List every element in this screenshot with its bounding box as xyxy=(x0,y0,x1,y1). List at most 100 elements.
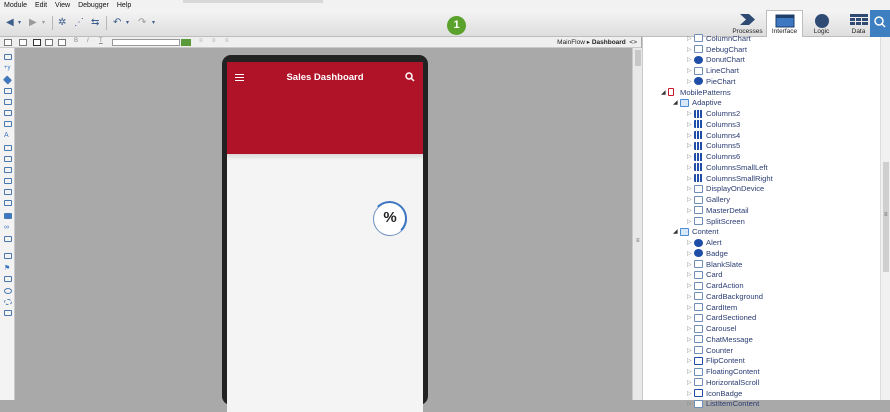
collapsed-arrow-icon[interactable]: ▷ xyxy=(687,400,694,407)
tree-resize-grip-icon[interactable]: ≡ xyxy=(884,212,888,218)
code-toggle-button[interactable]: <> xyxy=(629,39,637,46)
redo-dropdown-icon[interactable]: ▾ xyxy=(152,17,155,29)
container-widget-icon[interactable] xyxy=(4,54,12,60)
collapsed-arrow-icon[interactable]: ▷ xyxy=(687,121,694,128)
collapsed-arrow-icon[interactable]: ▷ xyxy=(687,271,694,278)
underline-icon[interactable]: T xyxy=(99,38,103,44)
checkbox-widget-icon[interactable] xyxy=(4,189,12,195)
tree-item[interactable]: ▷ ColumnsSmallRight xyxy=(687,173,773,184)
placeholder-widget-icon[interactable] xyxy=(4,299,12,305)
align-center-icon[interactable]: ≡ xyxy=(212,38,216,44)
bold-icon[interactable]: B xyxy=(74,38,78,44)
collapsed-arrow-icon[interactable]: ▷ xyxy=(687,390,694,397)
menu-view[interactable]: View xyxy=(55,2,70,9)
tree-item[interactable]: ▷ Badge xyxy=(687,248,728,259)
tree-item[interactable]: ▷ DonutChart xyxy=(687,55,745,66)
undo-dropdown-icon[interactable]: ▾ xyxy=(126,17,129,29)
align-right-icon[interactable]: ≡ xyxy=(225,38,229,44)
dependencies-icon[interactable]: ⋰ xyxy=(74,17,84,29)
if-widget-icon[interactable]: +y xyxy=(4,65,12,71)
collapsed-arrow-icon[interactable]: ▷ xyxy=(687,239,694,246)
collapsed-arrow-icon[interactable]: ▷ xyxy=(687,164,694,171)
tree-item[interactable]: ▷ FloatingContent xyxy=(687,366,760,377)
tree-item[interactable]: ▷ Columns3 xyxy=(687,119,740,130)
tree-item[interactable]: ▷ Card xyxy=(687,270,722,281)
tree-item[interactable]: ▷ CardSectioned xyxy=(687,313,756,324)
select-tool-icon[interactable] xyxy=(4,39,12,46)
collapsed-arrow-icon[interactable]: ▷ xyxy=(687,357,694,364)
collapsed-arrow-icon[interactable]: ▷ xyxy=(687,218,694,225)
breadcrumb-parent[interactable]: MainFlow xyxy=(557,39,585,46)
collapsed-arrow-icon[interactable]: ▷ xyxy=(687,379,694,386)
menu-help[interactable]: Help xyxy=(117,2,131,9)
expression-widget-icon[interactable] xyxy=(2,75,13,85)
tree-item[interactable]: ▷ DisplayOnDevice xyxy=(687,184,764,195)
tree-item[interactable]: ▷ ListItemContent xyxy=(687,399,759,410)
canvas-scrollbar-thumb[interactable] xyxy=(635,50,641,66)
tree-item[interactable]: ▷ IconBadge xyxy=(687,388,742,399)
tree-item[interactable]: ▷ Columns2 xyxy=(687,108,740,119)
panel-resize-grip-icon[interactable]: ≡ xyxy=(636,238,640,244)
tree-item[interactable]: ◢ Adaptive xyxy=(673,98,722,109)
list-widget-icon[interactable] xyxy=(4,88,12,94)
collapsed-arrow-icon[interactable]: ▷ xyxy=(687,56,694,63)
collapsed-arrow-icon[interactable]: ▷ xyxy=(687,196,694,203)
tree-item[interactable]: ▷ Columns6 xyxy=(687,151,740,162)
tablet-preview-icon[interactable] xyxy=(45,39,53,46)
collapsed-arrow-icon[interactable]: ▷ xyxy=(687,325,694,332)
dropdown-widget-icon[interactable] xyxy=(4,200,12,206)
radio-widget-icon[interactable] xyxy=(4,178,12,184)
tree-item[interactable]: ▷ CardItem xyxy=(687,302,737,313)
collapsed-arrow-icon[interactable]: ▷ xyxy=(687,142,694,149)
zoom-tool-icon[interactable] xyxy=(19,39,27,46)
tree-item[interactable]: ▷ ColumnChart xyxy=(687,33,751,44)
expanded-arrow-icon[interactable]: ◢ xyxy=(661,89,668,96)
expanded-arrow-icon[interactable]: ◢ xyxy=(673,228,680,235)
collapsed-arrow-icon[interactable]: ▷ xyxy=(687,304,694,311)
expanded-arrow-icon[interactable]: ◢ xyxy=(673,99,680,106)
upload-widget-icon[interactable] xyxy=(4,236,12,242)
collapsed-arrow-icon[interactable]: ▷ xyxy=(687,67,694,74)
tree-item[interactable]: ▷ Alert xyxy=(687,237,722,248)
back-icon[interactable]: ◀ xyxy=(6,17,14,29)
tree-item[interactable]: ▷ Gallery xyxy=(687,194,730,205)
tree-item[interactable]: ▷ PieChart xyxy=(687,76,736,87)
menu-edit[interactable]: Edit xyxy=(35,2,47,9)
collapsed-arrow-icon[interactable]: ▷ xyxy=(687,347,694,354)
redo-icon[interactable]: ↷ xyxy=(138,17,146,29)
flag-widget-icon[interactable]: ⚑ xyxy=(4,264,12,272)
undo-icon[interactable]: ↶ xyxy=(113,17,121,29)
tree-item[interactable]: ◢ MobilePatterns xyxy=(661,87,731,98)
image-widget-icon[interactable] xyxy=(4,253,12,259)
tree-item[interactable]: ▷ DebugChart xyxy=(687,44,747,55)
web-block-widget-icon[interactable] xyxy=(4,310,12,316)
tree-item[interactable]: ▷ Carousel xyxy=(687,323,736,334)
style-input[interactable] xyxy=(112,39,180,46)
label-widget-icon[interactable] xyxy=(4,121,12,127)
forward-icon[interactable]: ▶ xyxy=(29,17,37,29)
tree-item[interactable]: ▷ ColumnsSmallLeft xyxy=(687,162,768,173)
tree-item[interactable]: ▷ Columns5 xyxy=(687,141,740,152)
collapsed-arrow-icon[interactable]: ▷ xyxy=(687,293,694,300)
canvas-scrollbar[interactable]: ≡ xyxy=(632,48,642,400)
block-widget-icon[interactable] xyxy=(4,110,12,116)
collapsed-arrow-icon[interactable]: ▷ xyxy=(687,153,694,160)
desktop-preview-icon[interactable] xyxy=(58,39,66,46)
tree-item[interactable]: ▷ SplitScreen xyxy=(687,216,745,227)
tree-item[interactable]: ▷ LineChart xyxy=(687,65,739,76)
tree-item[interactable]: ▷ CardBackground xyxy=(687,291,763,302)
settings-icon[interactable]: ✲ xyxy=(58,17,66,29)
tree-item[interactable]: ▷ HorizontalScroll xyxy=(687,377,759,388)
switch-widget-icon[interactable] xyxy=(4,167,12,173)
collapsed-arrow-icon[interactable]: ▷ xyxy=(687,250,694,257)
search-button[interactable] xyxy=(870,10,890,37)
menu-debugger[interactable]: Debugger xyxy=(78,2,109,9)
tab-logic[interactable]: Logic xyxy=(803,10,840,37)
collapsed-arrow-icon[interactable]: ▷ xyxy=(687,368,694,375)
collapsed-arrow-icon[interactable]: ▷ xyxy=(687,314,694,321)
circle-widget-icon[interactable] xyxy=(4,288,12,294)
italic-icon[interactable]: I xyxy=(87,38,89,44)
search-icon[interactable] xyxy=(405,72,415,82)
tree-scrollbar[interactable]: ≡ xyxy=(880,37,890,400)
back-dropdown-icon[interactable]: ▾ xyxy=(18,17,21,29)
